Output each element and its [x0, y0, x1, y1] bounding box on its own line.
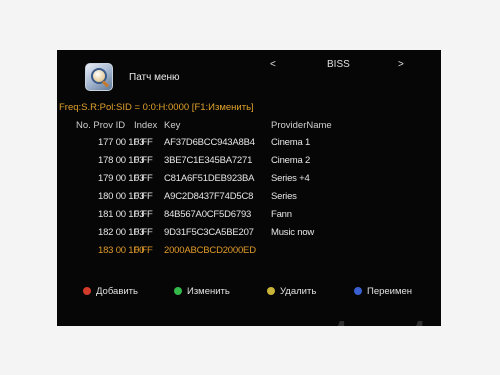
row-key: C81A6F51DEB923BA — [164, 173, 255, 184]
row-no-prov: 178 00 1F FF — [98, 155, 153, 166]
table-row-selected[interactable]: 183 00 1F FF 00 2000ABCBCD2000ED — [57, 245, 441, 259]
row-provider-name: Cinema 1 — [271, 137, 311, 148]
footer-button-bar: Добавить Изменить Удалить Переимен — [57, 286, 441, 302]
header-no-prov: No. Prov ID — [76, 120, 126, 131]
nav-section-label: BISS — [327, 59, 350, 70]
row-key: 2000ABCBCD2000ED — [164, 245, 256, 256]
delete-button-label: Удалить — [280, 286, 317, 297]
receiver-screen: Патч меню < BISS > Freq:S.R:Pol:SID = 0:… — [57, 50, 441, 326]
row-index: 03 — [134, 137, 145, 148]
row-no-prov: 182 00 1F FF — [98, 227, 153, 238]
rename-button-label: Переимен — [367, 286, 413, 297]
nav-right-arrow[interactable]: > — [398, 59, 404, 70]
table-row[interactable]: 180 00 1F FF 03 A9C2D8437F74D5C8 Series — [57, 191, 441, 205]
table-row[interactable]: 182 00 1F FF 03 9D31F5C3CA5BE207 Music n… — [57, 227, 441, 241]
row-provider-name: Fann — [271, 209, 292, 220]
row-provider-name: Cinema 2 — [271, 155, 311, 166]
row-index: 03 — [134, 209, 145, 220]
row-key: 84B567A0CF5D6793 — [164, 209, 252, 220]
blue-key-icon — [354, 287, 362, 295]
edit-button[interactable]: Изменить — [174, 286, 230, 297]
rename-button[interactable]: Переимен — [354, 286, 412, 297]
delete-button[interactable]: Удалить — [267, 286, 316, 297]
header-provider-name: ProviderName — [271, 120, 332, 131]
table-row[interactable]: 177 00 1F FF 03 AF37D6BCC943A8B4 Cinema … — [57, 137, 441, 151]
row-key: A9C2D8437F74D5C8 — [164, 191, 254, 202]
header-index: Index — [134, 120, 158, 131]
row-provider-name: Music now — [271, 227, 315, 238]
table-row[interactable]: 179 00 1F FF 03 C81A6F51DEB923BA Series … — [57, 173, 441, 187]
row-index: 00 — [134, 245, 145, 256]
row-no-prov: 181 00 1F FF — [98, 209, 153, 220]
row-index: 03 — [134, 191, 145, 202]
row-no-prov: 177 00 1F FF — [98, 137, 153, 148]
row-key: AF37D6BCC943A8B4 — [164, 137, 255, 148]
row-index: 03 — [134, 173, 145, 184]
red-key-icon — [83, 287, 91, 295]
row-no-prov: 183 00 1F FF — [98, 245, 153, 256]
header-key: Key — [164, 120, 181, 131]
edit-button-label: Изменить — [187, 286, 230, 297]
row-key: 9D31F5C3CA5BE207 — [164, 227, 254, 238]
row-provider-name: Series +4 — [271, 173, 310, 184]
nav-left-arrow[interactable]: < — [270, 59, 276, 70]
table-row[interactable]: 178 00 1F FF 03 3BE7C1E345BA7271 Cinema … — [57, 155, 441, 169]
watermark: www.satavto.by — [137, 309, 441, 326]
yellow-key-icon — [267, 287, 275, 295]
add-button[interactable]: Добавить — [83, 286, 138, 297]
row-no-prov: 180 00 1F FF — [98, 191, 153, 202]
add-button-label: Добавить — [96, 286, 138, 297]
table-header: No. Prov ID Index Key ProviderName — [57, 120, 441, 134]
row-provider-name: Series — [271, 191, 297, 202]
green-key-icon — [174, 287, 182, 295]
row-index: 03 — [134, 155, 145, 166]
freq-info-line[interactable]: Freq:S.R:Pol:SID = 0:0:H:0000 [F1:Измени… — [59, 102, 254, 113]
patch-menu-icon — [85, 63, 113, 91]
row-no-prov: 179 00 1F FF — [98, 173, 153, 184]
table-row[interactable]: 181 00 1F FF 03 84B567A0CF5D6793 Fann — [57, 209, 441, 223]
page-title: Патч меню — [129, 72, 180, 83]
row-index: 03 — [134, 227, 145, 238]
row-key: 3BE7C1E345BA7271 — [164, 155, 253, 166]
